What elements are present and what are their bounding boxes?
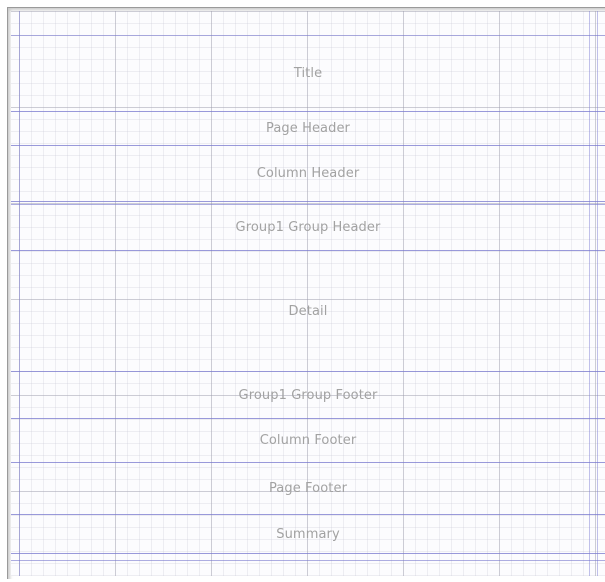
band-page-header[interactable]: Page Header — [11, 112, 605, 146]
band-page-footer-label: Page Footer — [268, 481, 348, 496]
band-group1-group-header[interactable]: Group1 Group Header — [11, 205, 605, 251]
bottom-margin-line — [11, 560, 605, 561]
right-margin-line — [589, 11, 590, 576]
band-page-footer[interactable]: Page Footer — [11, 463, 605, 515]
band-page-header-label: Page Header — [265, 121, 351, 136]
band-title-label: Title — [293, 66, 323, 81]
band-column-header[interactable]: Column Header — [11, 146, 605, 202]
band-group1-group-footer[interactable]: Group1 Group Footer — [11, 372, 605, 419]
left-margin-line — [19, 11, 20, 576]
band-column-footer-label: Column Footer — [259, 433, 357, 448]
band-group1-group-header-label: Group1 Group Header — [235, 220, 381, 235]
band-column-header-label: Column Header — [256, 166, 360, 181]
band-title[interactable]: Title — [11, 36, 605, 112]
band-column-footer[interactable]: Column Footer — [11, 419, 605, 463]
band-summary-label: Summary — [276, 526, 340, 542]
right-edge-line — [597, 11, 598, 576]
band-summary[interactable]: Summary — [11, 515, 605, 554]
band-group1-group-footer-label: Group1 Group Footer — [238, 387, 378, 403]
band-detail[interactable]: Detail — [11, 251, 605, 372]
report-canvas[interactable]: Title Page Header Column Header Group1 G… — [11, 11, 605, 576]
band-detail-label: Detail — [288, 303, 328, 319]
